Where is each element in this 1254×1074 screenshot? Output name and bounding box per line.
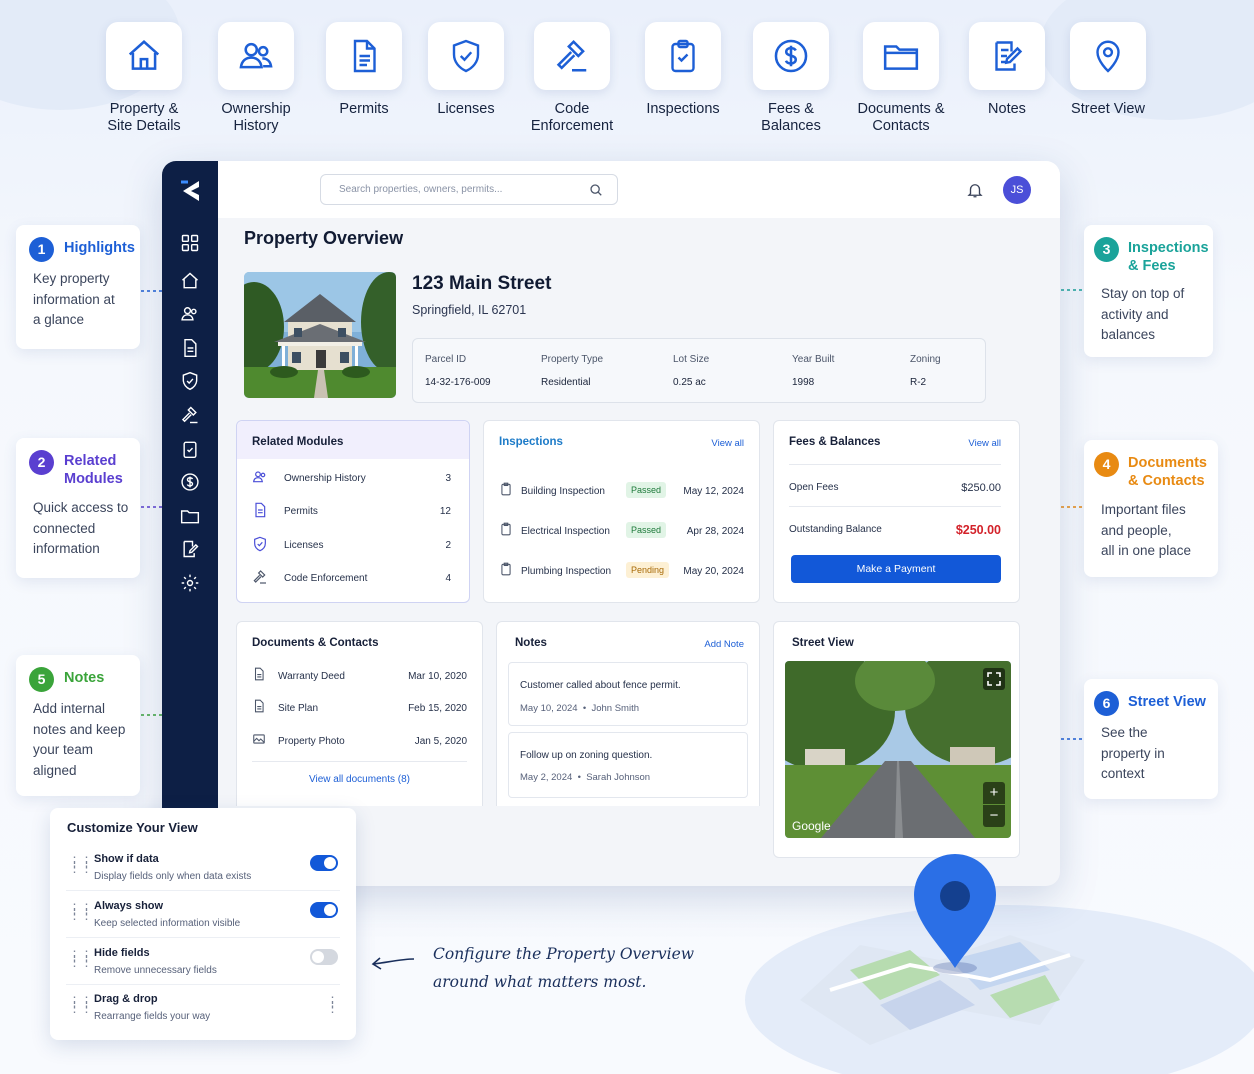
callout-inspections-fees: 3 Inspections & Fees Stay on top of acti… (1084, 225, 1213, 357)
property-address: 123 Main Street (412, 273, 552, 294)
dashboard-icon[interactable] (180, 233, 200, 253)
search-icon (590, 184, 602, 196)
home-icon[interactable] (180, 271, 200, 291)
app-window: Search properties, owners, permits... JS… (162, 161, 1060, 886)
fact-property-type: Property Type Residential (541, 354, 604, 388)
status-badge: Passed (626, 482, 667, 498)
note-item[interactable]: Customer called about fence permit. May … (508, 662, 748, 726)
drag-handle-icon[interactable]: ⋮⋮ ⋮⋮ (68, 902, 93, 921)
topbar: Search properties, owners, permits... JS (218, 161, 1060, 218)
status-badge: Passed (626, 522, 667, 538)
inspections-card: Inspections View all Building Inspection… (483, 420, 760, 603)
clipboard-icon (501, 522, 511, 536)
dollar-circle-icon[interactable] (180, 472, 200, 492)
drag-handle-icon[interactable]: ⋮⋮ ⋮⋮ (68, 855, 93, 874)
documents-contacts-card: Documents & Contacts Warranty Deed Mar 10… (236, 621, 483, 806)
tagline: Configure the Property Overview around w… (433, 945, 695, 991)
street-view-image[interactable]: + − Google (785, 661, 1011, 838)
arrow-left-icon (371, 957, 415, 970)
customize-row-always-show: ⋮⋮ ⋮⋮ Always show Keep selected informatio… (66, 900, 340, 946)
gavel-icon (253, 570, 266, 584)
page-title: Property Overview (244, 228, 404, 248)
document-icon[interactable] (180, 338, 200, 358)
show-if-data-toggle[interactable] (310, 855, 338, 871)
callout-street-view: 6 Street View See the property in contex… (1084, 679, 1218, 799)
customize-row-hide-fields: ⋮⋮ ⋮⋮ Hide fields Remove unnecessary field… (66, 947, 340, 993)
outstanding-balance-row: Outstanding Balance $250.00 (789, 523, 1001, 537)
gear-icon[interactable] (180, 573, 200, 593)
clipboard-icon (501, 562, 511, 576)
note-edit-icon[interactable] (180, 539, 200, 559)
customize-panel: Customize Your View ⋮⋮ ⋮⋮ Show if data Dis… (50, 808, 356, 1040)
map-pin-illustration (800, 854, 1085, 1045)
document-icon (254, 699, 264, 713)
callout-notes: 5 Notes Add internal notes and keep your… (16, 655, 140, 796)
drag-handle-icon[interactable]: ⋮⋮ ⋮⋮ (68, 949, 93, 968)
gavel-icon[interactable] (180, 405, 200, 425)
property-photo (244, 272, 396, 398)
drag-handle-icon[interactable]: ⋮ ⋮ (326, 995, 339, 1014)
fees-balances-card: Fees & Balances View all Open Fees $250.0… (773, 420, 1020, 603)
document-icon (254, 667, 264, 681)
folder-icon[interactable] (180, 506, 200, 526)
avatar[interactable]: JS (1003, 176, 1031, 204)
property-facts: Parcel ID 14-32-176-009 Property Type Resi… (412, 338, 986, 403)
fees-view-all-link[interactable]: View all (968, 438, 1001, 449)
related-modules-card: Related Modules Ownership History 3 Permi… (236, 420, 470, 603)
property-city: Springfield, IL 62701 (412, 303, 527, 317)
view-all-documents-link[interactable]: View all documents (8) (237, 774, 482, 785)
fact-zoning: Zoning R-2 (910, 354, 941, 388)
inspections-view-all-link[interactable]: View all (711, 438, 744, 449)
shield-check-icon[interactable] (180, 371, 200, 391)
callout-highlights: 1 Highlights Key property information at… (16, 225, 140, 349)
street-view-card: Street View + − Google (773, 621, 1020, 858)
customize-row-show-if-data: ⋮⋮ ⋮⋮ Show if data Display fields only whe… (66, 853, 340, 899)
always-show-toggle[interactable] (310, 902, 338, 918)
make-payment-button[interactable]: Make a Payment (791, 555, 1001, 583)
shield-check-icon (254, 536, 266, 552)
zoom-in-button[interactable]: + (983, 782, 1005, 804)
callout-related-modules: 2 Related Modules Quick access to connec… (16, 438, 140, 578)
callout-documents-contacts: 4 Documents & Contacts Important files a… (1084, 440, 1218, 577)
search-input[interactable]: Search properties, owners, permits... (320, 174, 618, 205)
hide-fields-toggle[interactable] (310, 949, 338, 965)
fact-year-built: Year Built 1998 (792, 354, 835, 388)
google-logo: Google (792, 819, 831, 833)
fact-lot-size: Lot Size 0.25 ac (673, 354, 710, 388)
clipboard-check-icon[interactable] (180, 439, 200, 459)
notes-card: Notes Add Note Customer called about fen… (496, 621, 760, 806)
status-badge: Pending (626, 562, 670, 578)
sidebar (162, 161, 218, 886)
customize-row-drag-drop: ⋮⋮ ⋮⋮ Drag & drop Rearrange fields your wa… (68, 993, 339, 1022)
bell-icon[interactable] (966, 181, 984, 199)
fullscreen-icon[interactable] (983, 668, 1005, 690)
people-icon (252, 471, 266, 483)
fact-parcel-id: Parcel ID 14-32-176-009 (425, 354, 491, 388)
note-item[interactable]: Follow up on zoning question. May 2, 202… (508, 732, 748, 798)
image-icon (253, 734, 265, 744)
drag-handle-icon[interactable]: ⋮⋮ ⋮⋮ (68, 995, 93, 1014)
zoom-out-button[interactable]: − (983, 805, 1005, 827)
add-note-link[interactable]: Add Note (704, 639, 744, 650)
app-logo (181, 180, 199, 201)
document-icon (255, 502, 266, 518)
clipboard-icon (501, 482, 511, 496)
open-fees-row: Open Fees $250.00 (789, 482, 1001, 494)
street-scene (785, 661, 1011, 838)
people-icon[interactable] (180, 304, 200, 324)
